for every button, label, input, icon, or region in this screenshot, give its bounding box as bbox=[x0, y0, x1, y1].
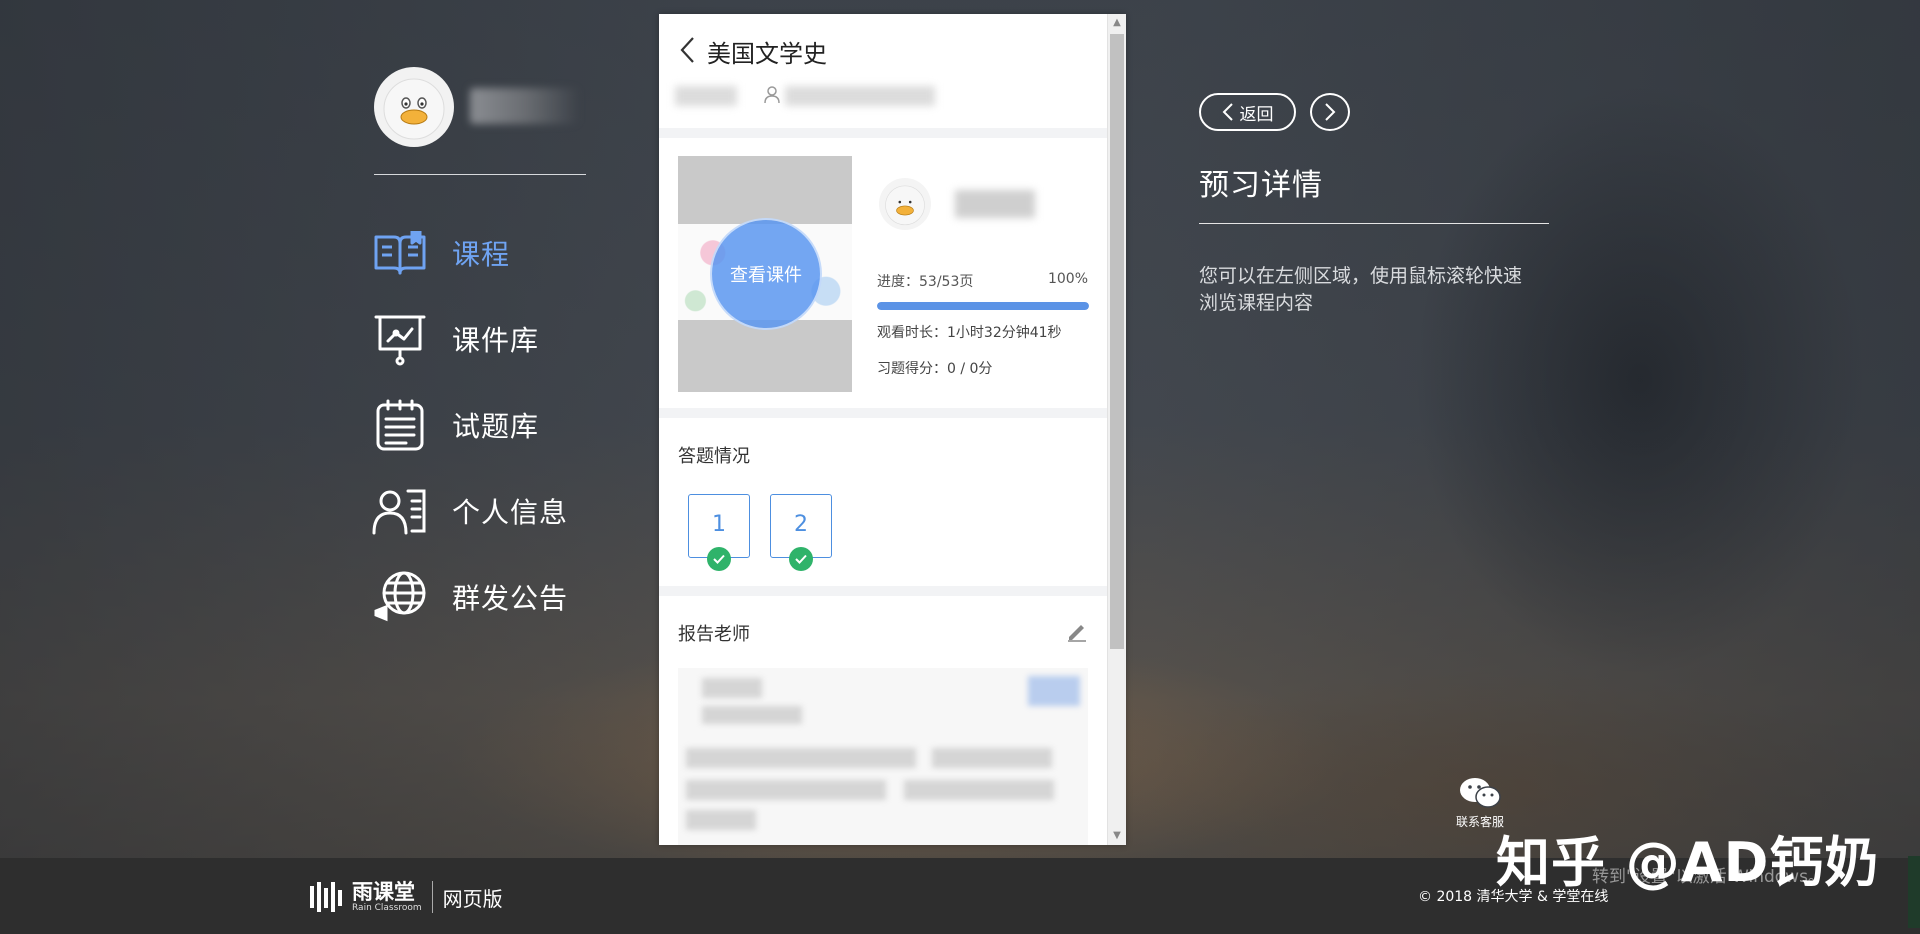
sidebar-item-question-bank[interactable]: 试题库 bbox=[372, 382, 568, 468]
panel-content: 美国文学史 查看课件 进度：53/53页 100% 观看时长：1小时32分钟41… bbox=[659, 14, 1108, 845]
rain-classroom-logo-icon bbox=[310, 882, 342, 912]
redacted-block bbox=[686, 810, 756, 830]
progress-percent: 100% bbox=[1047, 271, 1088, 287]
watch-time-value: 1小时32分钟41秒 bbox=[947, 325, 1062, 341]
watch-time: 观看时长：1小时32分钟41秒 bbox=[877, 322, 1062, 342]
logo-en-text: Rain Classroom bbox=[352, 903, 422, 913]
sidebar-divider bbox=[374, 174, 586, 175]
sidebar-item-label: 个人信息 bbox=[452, 496, 569, 529]
check-icon bbox=[789, 547, 813, 571]
scrollbar[interactable]: ▲ ▼ bbox=[1107, 14, 1126, 845]
sidebar-item-slides[interactable]: 课件库 bbox=[372, 296, 568, 382]
sidebar-nav: 课程 课件库 试题库 个人信息 群发公告 bbox=[372, 210, 568, 640]
user-avatar[interactable] bbox=[374, 67, 454, 147]
sidebar-item-label: 课件库 bbox=[452, 324, 540, 357]
progress-bar bbox=[877, 302, 1089, 310]
question-box[interactable]: 1 bbox=[688, 494, 750, 571]
sidebar-item-announcement[interactable]: 群发公告 bbox=[372, 554, 568, 640]
redacted-block bbox=[932, 748, 1052, 768]
redacted-block bbox=[1028, 676, 1080, 706]
duck-avatar-icon bbox=[383, 78, 445, 140]
question-number: 2 bbox=[794, 512, 808, 537]
chevron-left-icon[interactable] bbox=[679, 36, 695, 64]
question-number: 1 bbox=[712, 512, 726, 537]
answers-card: 答题情况 1 2 bbox=[659, 418, 1108, 586]
logo-cn-text: 雨课堂 bbox=[352, 880, 415, 904]
book-icon bbox=[374, 231, 426, 275]
presentation-icon bbox=[374, 315, 426, 366]
notepad-icon bbox=[376, 399, 424, 451]
question-box[interactable]: 2 bbox=[770, 494, 832, 571]
chevron-left-icon bbox=[1222, 103, 1233, 121]
rain-classroom-logo[interactable]: 雨课堂 Rain Classroom 网页版 bbox=[308, 880, 503, 914]
sidebar-item-label: 试题库 bbox=[452, 410, 540, 443]
pencil-icon[interactable] bbox=[1066, 620, 1088, 642]
course-detail-panel[interactable]: 美国文学史 查看课件 进度：53/53页 100% 观看时长：1小时32分钟41… bbox=[659, 14, 1126, 845]
sidebar-item-label: 群发公告 bbox=[452, 582, 569, 615]
exercise-score: 习题得分：0 / 0分 bbox=[877, 358, 992, 378]
watch-time-label: 观看时长： bbox=[877, 325, 947, 341]
system-tray-edge bbox=[1908, 856, 1920, 928]
sidebar-item-label: 课程 bbox=[452, 238, 511, 271]
scroll-down-icon[interactable]: ▼ bbox=[1108, 827, 1126, 845]
report-title: 报告老师 bbox=[678, 624, 750, 645]
next-button[interactable] bbox=[1310, 93, 1350, 131]
course-title: 美国文学史 bbox=[707, 40, 827, 68]
zhihu-watermark: 知乎 @AD钙奶 bbox=[1496, 831, 1880, 894]
teacher-name-redacted bbox=[785, 86, 935, 106]
progress-fill bbox=[877, 302, 1089, 310]
course-header: 美国文学史 bbox=[659, 14, 1108, 128]
class-name-redacted bbox=[675, 86, 737, 106]
progress-label: 进度：53/53页 bbox=[877, 274, 974, 290]
exercise-score-value: 0 / 0分 bbox=[947, 361, 993, 377]
logo-web-text: 网页版 bbox=[442, 886, 503, 911]
redacted-block bbox=[686, 748, 916, 768]
title-divider bbox=[1199, 223, 1549, 224]
slide-thumbnail[interactable]: 查看课件 bbox=[678, 156, 852, 392]
teacher-name-redacted bbox=[955, 190, 1035, 218]
redacted-block bbox=[702, 678, 762, 698]
courseware-info-card: 查看课件 进度：53/53页 100% 观看时长：1小时32分钟41秒 习题得分… bbox=[659, 138, 1108, 408]
user-icon bbox=[764, 86, 780, 104]
redacted-block bbox=[686, 780, 886, 800]
scroll-up-icon[interactable]: ▲ bbox=[1108, 14, 1126, 32]
page-title: 预习详情 bbox=[1199, 168, 1323, 203]
logo-separator bbox=[431, 881, 433, 913]
check-icon bbox=[707, 547, 731, 571]
page-description: 您可以在左侧区域，使用鼠标滚轮快速浏览课程内容 bbox=[1199, 265, 1523, 314]
user-name-redacted bbox=[470, 88, 580, 124]
exercise-score-label: 习题得分： bbox=[877, 361, 947, 377]
globe-megaphone-icon bbox=[374, 571, 426, 622]
back-button[interactable]: 返回 bbox=[1199, 93, 1296, 131]
profile-card-icon bbox=[372, 489, 426, 535]
duck-avatar-icon bbox=[885, 185, 925, 226]
back-button-label: 返回 bbox=[1239, 104, 1274, 125]
report-content-redacted bbox=[678, 668, 1088, 845]
chevron-right-icon bbox=[1325, 103, 1336, 121]
redacted-block bbox=[904, 780, 1054, 800]
sidebar-item-course[interactable]: 课程 bbox=[372, 210, 568, 296]
report-teacher-card: 报告老师 bbox=[659, 596, 1108, 845]
scrollbar-thumb[interactable] bbox=[1110, 34, 1124, 649]
teacher-avatar bbox=[879, 178, 931, 230]
redacted-block bbox=[702, 706, 802, 724]
wechat-icon bbox=[1460, 778, 1501, 808]
answers-title: 答题情况 bbox=[678, 446, 750, 467]
sidebar-item-profile[interactable]: 个人信息 bbox=[372, 468, 568, 554]
view-slides-button[interactable]: 查看课件 bbox=[710, 218, 822, 330]
